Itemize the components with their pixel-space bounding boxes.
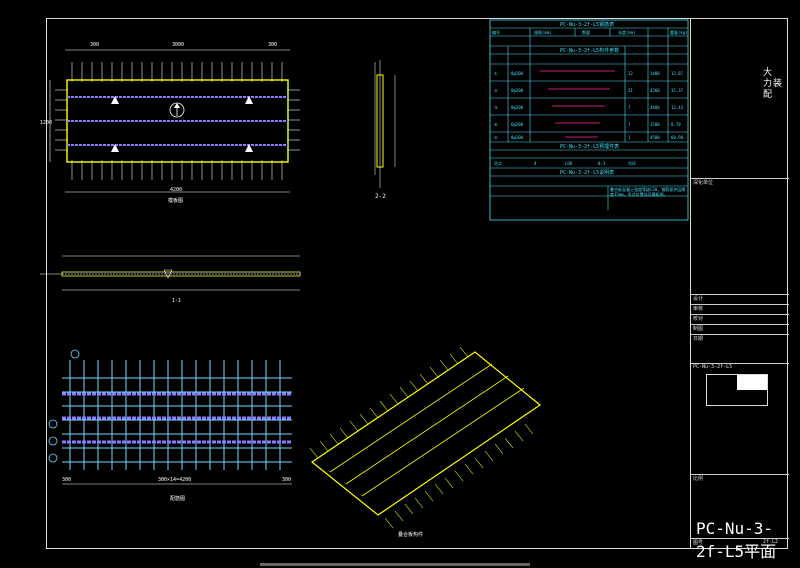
logo-line-1: 大 [763, 68, 774, 78]
section-2-2-label: 2-2 [375, 193, 386, 200]
rebar-dim-right: 300 [282, 477, 291, 483]
rebar-row-4-len: 1500 [650, 122, 660, 127]
tb-row-date: 日期 [691, 334, 789, 344]
rebar-row-5-no: ⑤ [494, 135, 498, 140]
rebar-row-1-no: ① [494, 71, 498, 76]
tb-row-check: 校对 [691, 314, 789, 324]
embed-row-1-spec: LOK [565, 161, 573, 166]
section-2-2: 2-2 [374, 60, 396, 200]
rebar-table-title: PC-Nu-3-2f-L5钢筋表 [560, 21, 614, 28]
header-col-0: 编号 [492, 29, 500, 35]
parts-table-title: PC-Nu-3-2f-L5构件参数 [560, 47, 619, 54]
horizontal-scrollbar[interactable] [260, 563, 530, 566]
rebar-row-3-no: ③ [494, 105, 498, 110]
header-col-3: 长度(mm) [618, 29, 636, 35]
dim-top-right: 300 [268, 42, 277, 48]
tb-info-row: 深化单位 [691, 178, 789, 190]
tb-row-design: 设计 [691, 294, 789, 304]
rebar-dim-left: 300 [62, 477, 71, 483]
rebar-row-3-qty: 7 [628, 105, 631, 110]
rebar-row-5-len: 4500 [650, 135, 660, 140]
logo-line-2: 力装 [763, 79, 784, 89]
dim-height: 1200 [40, 120, 52, 126]
header-col-2: 数量 [582, 29, 590, 35]
rebar-row-2-qty: 21 [628, 88, 633, 93]
embed-table-title: PC-Nu-3-2f-L5预埋件表 [560, 143, 619, 150]
drawing-name: PC-Nu-3-2f-L5平面 [696, 519, 777, 561]
tb-label-scale: 比例 [693, 476, 704, 482]
section-1-1-label: 1-1 [172, 298, 181, 304]
embed-row-1-name: 吊点 [494, 160, 502, 166]
tb-row-scale: 比例 [691, 474, 789, 484]
section-1-1: 1-1 [40, 255, 301, 304]
tb-key-plan: PC-Nu-3-2f-L5 [691, 363, 789, 423]
rebar-row-2-no: ② [494, 88, 498, 93]
cad-drawing-canvas: 300 3000 300 4200 1200 模板图 2-2 1-1 300 3… [40, 19, 689, 538]
rebar-row-1-spec: 8@200 [511, 71, 524, 76]
rebar-row-1-len: 1480 [650, 71, 660, 76]
tb-label-review: 审核 [693, 306, 704, 312]
rebar-row-5-qty: 1 [628, 135, 631, 140]
rebar-row-4-spec: 6@200 [511, 122, 524, 127]
rebar-table: PC-Nu-3-2f-L5钢筋表 PC-Nu-3-2f-L5构件参数 编号 规格… [489, 19, 689, 221]
dim-top-mid: 3000 [172, 42, 184, 48]
company-logo: 大 力装 配 [763, 68, 783, 101]
tb-small-label: PC-Nu-3-2f-L5 [693, 364, 733, 370]
tb-row-draw: 制图 [691, 324, 789, 334]
logo-line-3: 配 [763, 90, 774, 100]
isometric-view: 叠合板构件 [309, 346, 542, 538]
note-table-title: PC-Nu-3-2f-L5说明表 [560, 169, 614, 176]
dim-overall: 4200 [170, 187, 182, 193]
rebar-row-5-spec: 8@200 [511, 135, 524, 140]
rebar-row-2-spec: 8@200 [511, 88, 524, 93]
rebar-row-2-len: 4260 [650, 88, 660, 93]
tb-label-draw: 制图 [693, 326, 704, 332]
tb-row-review: 审核 [691, 304, 789, 314]
embed-row-1-note: 吊环 [628, 161, 636, 166]
rebar-row-5-wt: 60.98 [671, 135, 684, 140]
header-col-4: 重量(kg) [670, 29, 688, 35]
tb-label-check: 校对 [693, 316, 704, 322]
header-col-1: 规格(mm) [534, 29, 552, 35]
rebar-row-4-wt: 8.70 [671, 122, 681, 127]
embed-row-1-wt: 0.3 [598, 161, 606, 166]
rebar-row-3-wt: 12.43 [671, 105, 684, 110]
rebar-row-4-no: ④ [494, 122, 498, 127]
dim-top-left: 300 [90, 42, 99, 48]
plan-view-label: 模板图 [168, 197, 183, 204]
rebar-row-3-len: 4480 [650, 105, 660, 110]
tb-label-design: 设计 [693, 296, 704, 302]
key-plan-box [706, 374, 768, 406]
rebar-row-1-wt: 12.87 [671, 71, 684, 76]
plan-view: 300 3000 300 4200 1200 模板图 [40, 42, 300, 204]
embed-row-1-qty: 4 [534, 161, 537, 166]
title-block: 深化单位 设计 审核 校对 制图 日期 PC-Nu-3-2f-L5 比例 图号 … [690, 18, 789, 549]
iso-view-label: 叠合板构件 [398, 531, 423, 538]
rebar-plan-label: 配筋图 [170, 495, 185, 502]
tb-label-date: 日期 [693, 336, 704, 342]
note-text: 叠合板混凝土强度等级C30，钢筋保护层厚度15mm，吊点位置详见模板图。 [610, 187, 686, 197]
key-plan-highlight [737, 375, 767, 390]
tb-info-text: 深化单位 [693, 180, 714, 186]
rebar-row-2-wt: 35.37 [671, 88, 684, 93]
rebar-plan: 300 300×14=4200 300 配筋图 [48, 349, 292, 502]
rebar-row-1-qty: 22 [628, 71, 633, 76]
rebar-dim-mid: 300×14=4200 [158, 477, 191, 483]
rebar-row-4-qty: 7 [628, 122, 631, 127]
rebar-row-3-spec: 8@200 [511, 105, 524, 110]
